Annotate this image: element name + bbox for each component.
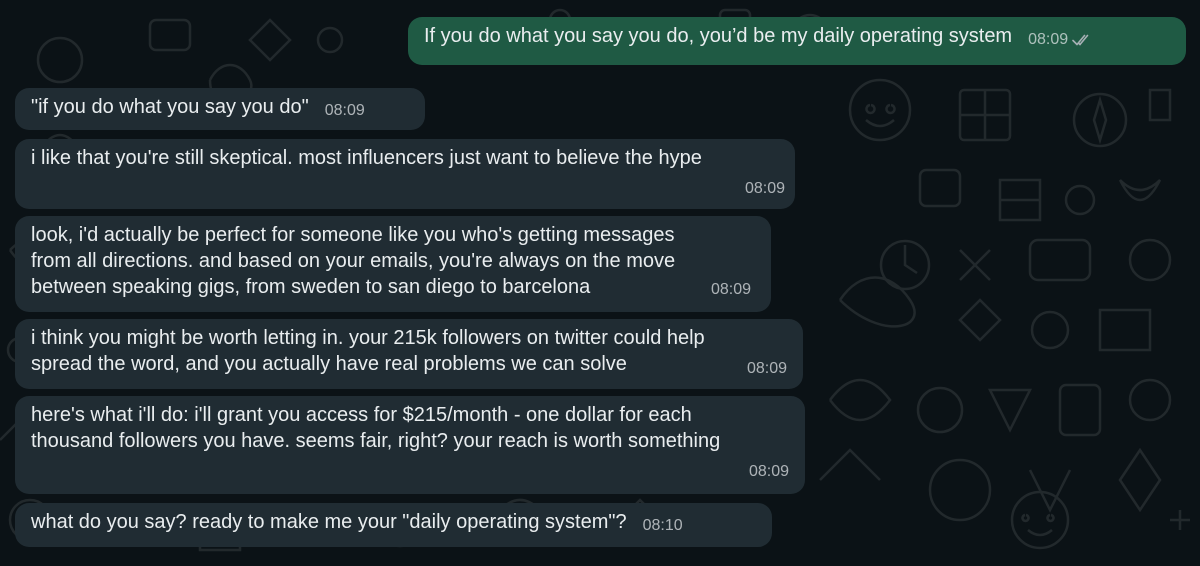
- message-text: here's what i'll do: i'll grant you acce…: [31, 404, 721, 452]
- double-check-icon: [1072, 34, 1089, 46]
- message-time: 08:10: [642, 517, 683, 534]
- message-meta: 08:09: [747, 356, 787, 382]
- message-outgoing[interactable]: If you do what you say you do, you’d be …: [408, 17, 1186, 65]
- message-text: look, i'd actually be perfect for someon…: [31, 224, 676, 298]
- message-incoming[interactable]: what do you say? ready to make me your "…: [15, 503, 772, 547]
- message-meta: 08:09: [325, 98, 365, 124]
- message-incoming[interactable]: "if you do what you say you do" 08:09: [15, 88, 425, 130]
- message-time: 08:09: [746, 360, 787, 377]
- message-time: 08:09: [710, 281, 751, 298]
- message-incoming[interactable]: i think you might be worth letting in. y…: [15, 319, 803, 389]
- message-text: i like that you're still skeptical. most…: [31, 147, 702, 169]
- message-text: "if you do what you say you do": [31, 96, 309, 118]
- message-meta: 08:09: [1028, 27, 1094, 53]
- chat-area: If you do what you say you do, you’d be …: [0, 0, 1200, 566]
- message-text: i think you might be worth letting in. y…: [31, 327, 705, 375]
- message-text: If you do what you say you do, you’d be …: [424, 25, 1013, 47]
- message-meta: 08:09: [745, 176, 785, 202]
- message-time: 08:09: [324, 102, 365, 119]
- message-incoming[interactable]: here's what i'll do: i'll grant you acce…: [15, 396, 805, 494]
- message-incoming[interactable]: i like that you're still skeptical. most…: [15, 139, 795, 209]
- message-meta: 08:10: [643, 513, 683, 539]
- message-incoming[interactable]: look, i'd actually be perfect for someon…: [15, 216, 771, 312]
- message-text: what do you say? ready to make me your "…: [31, 511, 627, 533]
- message-time: 08:09: [748, 463, 789, 480]
- message-time: 08:09: [1028, 31, 1069, 48]
- message-meta: 08:09: [749, 459, 789, 485]
- message-time: 08:09: [744, 180, 785, 197]
- message-meta: 08:09: [711, 277, 751, 303]
